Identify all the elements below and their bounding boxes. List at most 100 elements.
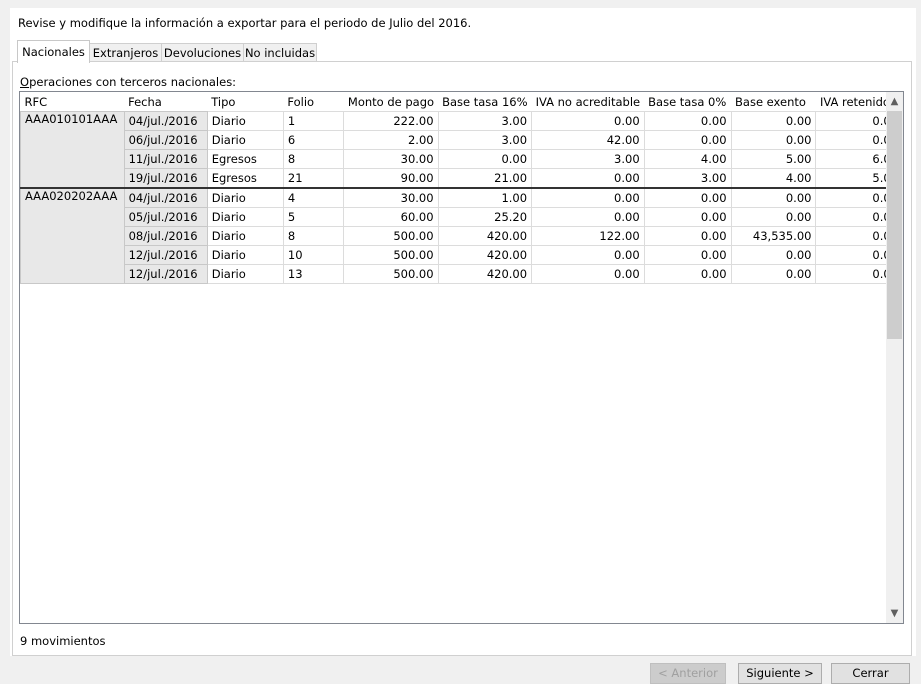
next-button[interactable]: Siguiente > [738,663,822,684]
base0-cell[interactable]: 0.00 [643,111,732,131]
iva-no-acreditable-cell[interactable]: 122.00 [531,226,645,246]
table-row[interactable]: 05/jul./2016 Diario 5 60.00 25.20 0.00 0.00 0.0… [21,207,903,227]
iva-no-acreditable-cell[interactable]: 0.00 [531,168,645,189]
base0-cell[interactable]: 0.00 [643,264,732,284]
fecha-cell[interactable]: 06/jul./2016 [123,130,208,150]
monto-cell[interactable]: 500.00 [343,245,439,265]
tipo-cell[interactable]: Diario [206,187,284,208]
monto-cell[interactable]: 90.00 [343,168,439,189]
base0-cell[interactable]: 4.00 [643,149,732,169]
tab-nacionales[interactable]: Nacionales [17,40,90,63]
monto-cell[interactable]: 2.00 [343,130,439,150]
col-header-base0[interactable]: Base tasa 0% [644,92,732,112]
tipo-cell[interactable]: Diario [206,111,284,131]
base-exento-cell[interactable]: 0.00 [730,130,817,150]
tipo-cell[interactable]: Diario [206,264,284,284]
base0-cell[interactable]: 0.00 [643,226,732,246]
fecha-cell[interactable]: 08/jul./2016 [123,226,208,246]
folio-cell[interactable]: 21 [282,168,345,189]
base-exento-cell[interactable]: 0.00 [730,207,817,227]
base0-cell[interactable]: 0.00 [643,187,732,208]
base16-cell[interactable]: 1.00 [437,187,533,208]
tipo-cell[interactable]: Diario [206,226,284,246]
operations-grid[interactable]: RFC Fecha Tipo Folio Monto de pago Base … [19,91,904,624]
iva-no-acreditable-cell[interactable]: 0.00 [531,207,645,227]
base16-cell[interactable]: 0.00 [437,149,533,169]
base0-cell[interactable]: 0.00 [643,207,732,227]
fecha-cell[interactable]: 12/jul./2016 [123,264,208,284]
folio-cell[interactable]: 8 [282,226,345,246]
base16-cell[interactable]: 3.00 [437,111,533,131]
fecha-cell[interactable]: 04/jul./2016 [123,111,208,131]
col-header-folio[interactable]: Folio [283,92,344,112]
monto-cell[interactable]: 60.00 [343,207,439,227]
chevron-down-icon[interactable]: ▼ [886,605,903,622]
iva-no-acreditable-cell[interactable]: 0.00 [531,245,645,265]
scrollbar-thumb[interactable] [887,111,902,339]
base-exento-cell[interactable]: 0.00 [730,264,817,284]
monto-cell[interactable]: 500.00 [343,226,439,246]
fecha-cell[interactable]: 05/jul./2016 [123,207,208,227]
fecha-cell[interactable]: 19/jul./2016 [123,168,208,189]
chevron-up-icon[interactable]: ▲ [886,93,903,110]
table-row[interactable]: 08/jul./2016 Diario 8 500.00 420.00 122.00 0.0… [21,226,903,246]
table-row[interactable]: 19/jul./2016 Egresos 21 90.00 21.00 0.00 3.00 4… [21,168,903,189]
base-exento-cell[interactable]: 0.00 [730,187,817,208]
folio-cell[interactable]: 5 [282,207,345,227]
base16-cell[interactable]: 420.00 [437,245,533,265]
base0-cell[interactable]: 0.00 [643,245,732,265]
monto-cell[interactable]: 500.00 [343,264,439,284]
tab-no-incluidas[interactable]: No incluidas [243,43,317,62]
tipo-cell[interactable]: Diario [206,130,284,150]
col-header-base16[interactable]: Base tasa 16% [438,92,532,112]
base-exento-cell[interactable]: 0.00 [730,245,817,265]
table-row[interactable]: 12/jul./2016 Diario 13 500.00 420.00 0.00 0.00… [21,264,903,284]
base-exento-cell[interactable]: 0.00 [730,111,817,131]
base0-cell[interactable]: 0.00 [643,130,732,150]
iva-no-acreditable-cell[interactable]: 0.00 [531,264,645,284]
col-header-base-exento[interactable]: Base exento [731,92,816,112]
monto-cell[interactable]: 30.00 [343,149,439,169]
folio-cell[interactable]: 1 [282,111,345,131]
tab-devoluciones[interactable]: Devoluciones [161,43,244,62]
back-button[interactable]: < Anterior [650,663,726,684]
base-exento-cell[interactable]: 5.00 [730,149,817,169]
col-header-rfc[interactable]: RFC [20,92,125,112]
tipo-cell[interactable]: Egresos [206,149,284,169]
col-header-iva-no-acreditable[interactable]: IVA no acreditable [531,92,645,112]
vertical-scrollbar[interactable]: ▲ ▼ [886,92,903,623]
base-exento-cell[interactable]: 43,535.00 [730,226,817,246]
iva-no-acreditable-cell[interactable]: 0.00 [531,187,645,208]
table-row[interactable]: AAA020202AAA 04/jul./2016 Diario 4 30.00 1.00… [20,187,903,284]
fecha-cell[interactable]: 12/jul./2016 [123,245,208,265]
base16-cell[interactable]: 25.20 [437,207,533,227]
fecha-cell[interactable]: 04/jul./2016 [123,187,208,208]
tipo-cell[interactable]: Diario [206,207,284,227]
table-row[interactable]: 12/jul./2016 Diario 10 500.00 420.00 0.00 0.00… [21,245,903,265]
fecha-cell[interactable]: 11/jul./2016 [123,149,208,169]
tipo-cell[interactable]: Egresos [206,168,284,189]
col-header-tipo[interactable]: Tipo [207,92,284,112]
base-exento-cell[interactable]: 4.00 [730,168,817,189]
monto-cell[interactable]: 222.00 [343,111,439,131]
folio-cell[interactable]: 13 [282,264,345,284]
folio-cell[interactable]: 10 [282,245,345,265]
col-header-fecha[interactable]: Fecha [124,92,208,112]
folio-cell[interactable]: 8 [282,149,345,169]
base16-cell[interactable]: 420.00 [437,226,533,246]
base16-cell[interactable]: 21.00 [437,168,533,189]
base0-cell[interactable]: 3.00 [643,168,732,189]
close-button[interactable]: Cerrar [831,663,910,684]
col-header-monto[interactable]: Monto de pago [343,92,439,112]
folio-cell[interactable]: 4 [282,187,345,208]
table-row[interactable]: 06/jul./2016 Diario 6 2.00 3.00 42.00 0.00 0.00… [21,130,903,150]
folio-cell[interactable]: 6 [282,130,345,150]
rfc-cell[interactable]: AAA020202AAA [20,187,125,284]
table-row[interactable]: AAA010101AAA 04/jul./2016 Diario 1 222.00 3.0… [20,111,903,189]
monto-cell[interactable]: 30.00 [343,187,439,208]
iva-no-acreditable-cell[interactable]: 42.00 [531,130,645,150]
tipo-cell[interactable]: Diario [206,245,284,265]
iva-no-acreditable-cell[interactable]: 3.00 [531,149,645,169]
rfc-cell[interactable]: AAA010101AAA [20,111,125,189]
iva-no-acreditable-cell[interactable]: 0.00 [531,111,645,131]
